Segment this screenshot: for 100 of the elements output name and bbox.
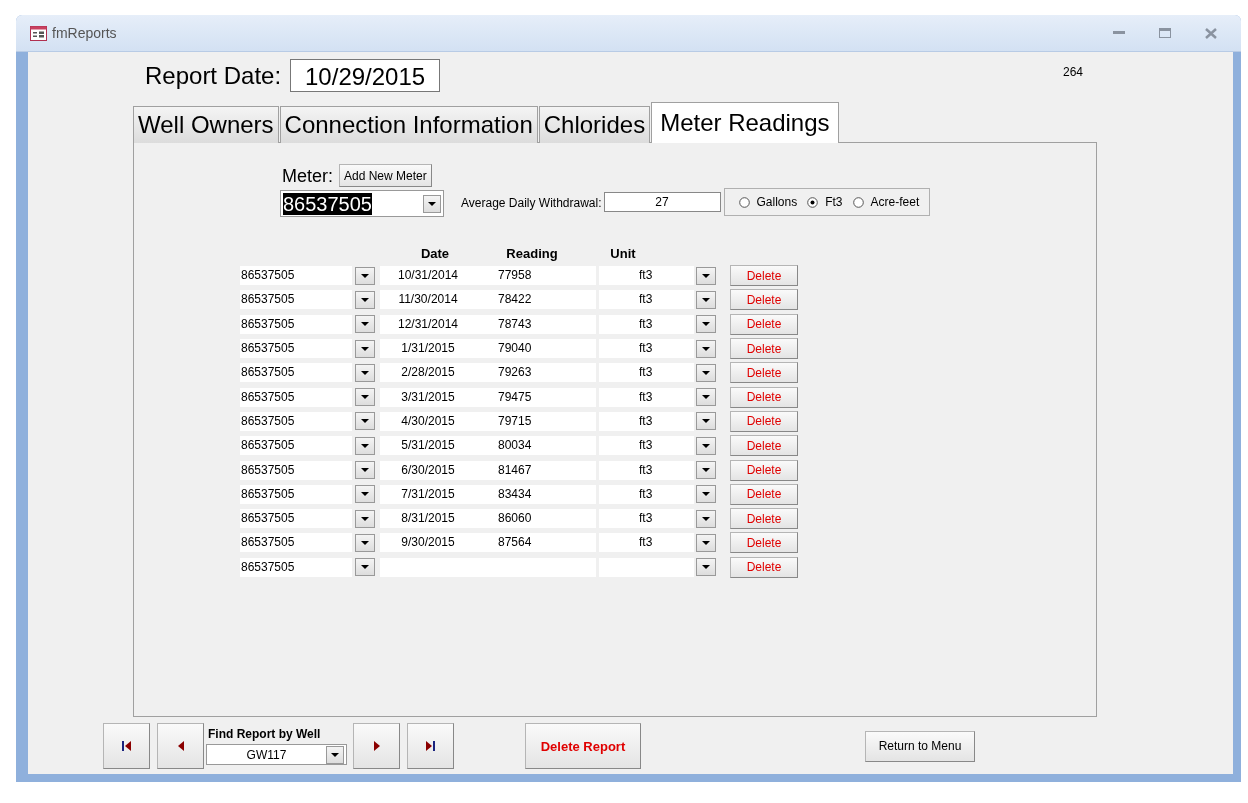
radio-label[interactable]: Gallons	[756, 195, 798, 209]
delete-button[interactable]: Delete	[730, 386, 798, 408]
unit-cell[interactable]: ft3	[599, 339, 694, 359]
meter-cell[interactable]: 86537505	[240, 339, 352, 359]
add-new-meter-button[interactable]: Add New Meter	[339, 164, 432, 187]
reading-cell[interactable]: 79263	[476, 363, 596, 383]
date-cell[interactable]: 3/31/2015	[380, 387, 476, 407]
meter-cell[interactable]: 86537505	[240, 484, 352, 504]
date-cell[interactable]: 12/31/2014	[380, 314, 476, 334]
reading-cell[interactable]: 79715	[476, 411, 596, 431]
dropdown-button[interactable]	[696, 558, 716, 577]
unit-cell[interactable]: ft3	[599, 266, 694, 286]
tab[interactable]: Well Owners	[133, 106, 279, 143]
reading-cell[interactable]: 80034	[476, 436, 596, 456]
dropdown-button[interactable]	[355, 509, 375, 528]
unit-cell[interactable]: ft3	[599, 290, 694, 310]
well-combo[interactable]: GW117	[206, 744, 347, 765]
unit-cell[interactable]: ft3	[599, 314, 694, 334]
radio-button[interactable]	[738, 196, 750, 208]
report-date-field[interactable]: 10/29/2015	[290, 59, 441, 92]
dropdown-button[interactable]	[696, 339, 716, 358]
dropdown-button[interactable]	[355, 315, 375, 334]
delete-button[interactable]: Delete	[730, 410, 798, 432]
dropdown-button[interactable]	[355, 266, 375, 285]
unit-cell[interactable]: ft3	[599, 363, 694, 383]
tab[interactable]: Chlorides	[538, 106, 651, 143]
dropdown-button[interactable]	[355, 290, 375, 309]
delete-button[interactable]: Delete	[730, 459, 798, 481]
unit-cell[interactable]: ft3	[599, 533, 694, 553]
date-cell[interactable]: 11/30/2014	[380, 290, 476, 310]
reading-cell[interactable]: 86060	[476, 509, 596, 529]
dropdown-button[interactable]	[696, 436, 716, 455]
delete-button[interactable]: Delete	[730, 483, 798, 505]
date-cell[interactable]: 7/31/2015	[380, 484, 476, 504]
date-cell[interactable]: 4/30/2015	[380, 411, 476, 431]
date-cell[interactable]: 10/31/2014	[380, 266, 476, 286]
delete-button[interactable]: Delete	[730, 313, 798, 335]
date-cell[interactable]: 2/28/2015	[380, 363, 476, 383]
reading-cell[interactable]: 78422	[476, 290, 596, 310]
meter-cell[interactable]: 86537505	[240, 460, 352, 480]
unit-cell[interactable]: ft3	[599, 436, 694, 456]
dropdown-button[interactable]	[355, 558, 375, 577]
last-record-button[interactable]	[407, 723, 454, 769]
reading-cell[interactable]: 83434	[476, 484, 596, 504]
dropdown-button[interactable]	[355, 485, 375, 504]
date-cell[interactable]: 5/31/2015	[380, 436, 476, 456]
radio-label[interactable]: Ft3	[825, 195, 843, 209]
delete-button[interactable]: Delete	[730, 508, 798, 530]
meter-cell[interactable]: 86537505	[240, 266, 352, 286]
meter-cell[interactable]: 86537505	[240, 314, 352, 334]
dropdown-button[interactable]	[355, 533, 375, 552]
meter-cell[interactable]: 86537505	[240, 387, 352, 407]
dropdown-button[interactable]	[696, 290, 716, 309]
date-cell[interactable]: 1/31/2015	[380, 339, 476, 359]
date-cell[interactable]: 9/30/2015	[380, 533, 476, 553]
date-cell[interactable]: 6/30/2015	[380, 460, 476, 480]
reading-cell[interactable]: 78743	[476, 314, 596, 334]
next-record-button[interactable]	[353, 723, 400, 769]
delete-button[interactable]: Delete	[730, 338, 798, 360]
delete-button[interactable]: Delete	[730, 435, 798, 457]
date-cell[interactable]: 8/31/2015	[380, 509, 476, 529]
dropdown-button[interactable]	[696, 315, 716, 334]
delete-button[interactable]: Delete	[730, 289, 798, 311]
reading-cell[interactable]: 79040	[476, 339, 596, 359]
delete-report-button[interactable]: Delete Report	[525, 723, 641, 769]
dropdown-button[interactable]	[696, 363, 716, 382]
dropdown-button[interactable]	[355, 461, 375, 479]
dropdown-button[interactable]	[696, 266, 716, 285]
dropdown-button[interactable]	[355, 363, 375, 382]
unit-cell[interactable]: ft3	[599, 460, 694, 480]
dropdown-button[interactable]	[696, 485, 716, 504]
unit-cell[interactable]: ft3	[599, 387, 694, 407]
meter-cell[interactable]: 86537505	[240, 290, 352, 310]
unit-cell[interactable]: ft3	[599, 484, 694, 504]
reading-cell[interactable]: 81467	[476, 460, 596, 480]
dropdown-button[interactable]	[355, 436, 375, 455]
meter-cell[interactable]: 86537505	[240, 436, 352, 456]
delete-button[interactable]: Delete	[730, 362, 798, 384]
tab[interactable]: Connection Information	[279, 106, 538, 143]
previous-record-button[interactable]	[157, 723, 204, 769]
dropdown-button[interactable]	[326, 745, 344, 764]
dropdown-button[interactable]	[696, 509, 716, 528]
meter-cell[interactable]: 86537505	[240, 509, 352, 529]
delete-button[interactable]: Delete	[730, 556, 798, 578]
meter-cell[interactable]: 86537505	[240, 363, 352, 383]
close-icon[interactable]	[1205, 27, 1217, 39]
meter-cell[interactable]: 86537505	[240, 533, 352, 553]
unit-cell[interactable]: ft3	[599, 411, 694, 431]
dropdown-button[interactable]	[355, 388, 375, 407]
reading-cell[interactable]: 87564	[476, 533, 596, 553]
meter-cell[interactable]: 86537505	[240, 557, 352, 577]
dropdown-button[interactable]	[696, 461, 716, 479]
dropdown-button[interactable]	[696, 388, 716, 407]
radio-label[interactable]: Acre-feet	[870, 195, 920, 209]
delete-button[interactable]: Delete	[730, 532, 798, 554]
first-record-button[interactable]	[103, 723, 150, 769]
unit-cell[interactable]: ft3	[599, 509, 694, 529]
tab[interactable]: Meter Readings	[651, 102, 839, 143]
dropdown-button[interactable]	[423, 194, 441, 213]
dropdown-button[interactable]	[355, 412, 375, 431]
